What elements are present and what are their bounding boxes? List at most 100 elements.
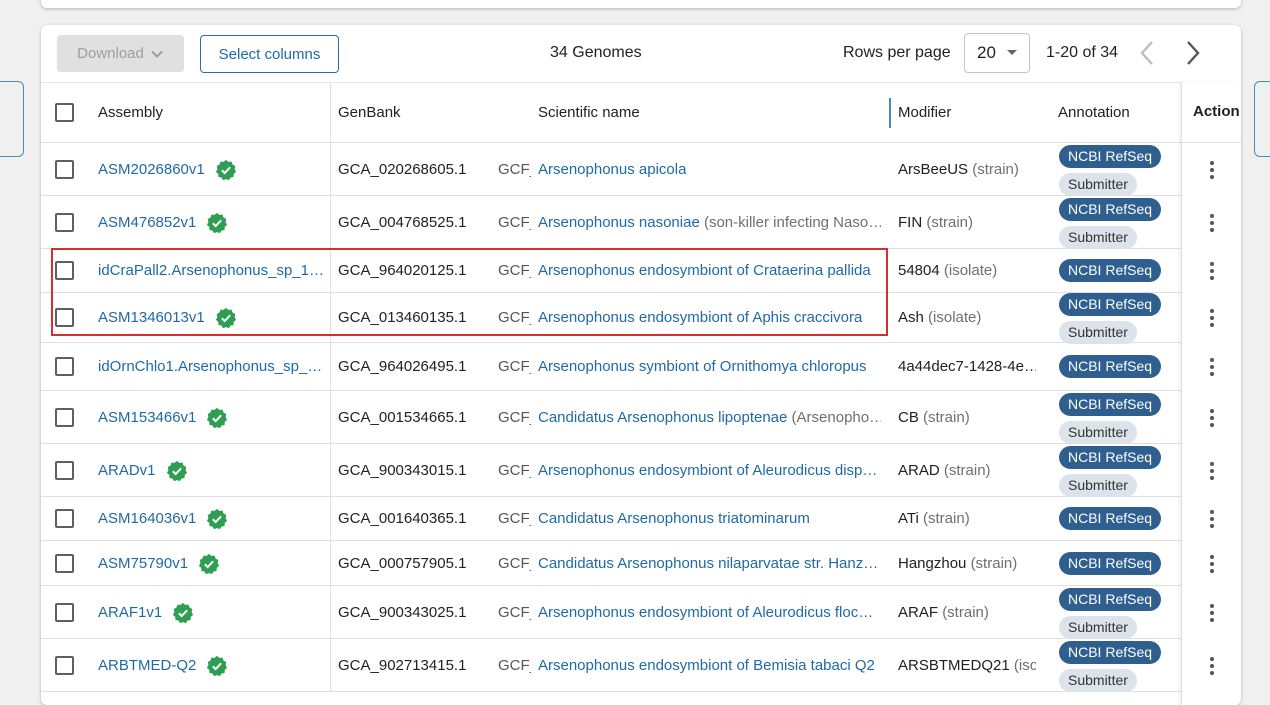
scientific-name-link[interactable]: Candidatus Arsenophonus lipoptenae — [538, 409, 787, 426]
assembly-link[interactable]: ASM1346013v1 — [98, 309, 205, 326]
modifier-type: (strain) — [923, 510, 970, 527]
assembly-link[interactable]: ASM2026860v1 — [98, 161, 205, 178]
assembly-link[interactable]: ARADv1 — [98, 462, 156, 479]
assembly-link[interactable]: ASM164036v1 — [98, 510, 196, 527]
scientific-name-link[interactable]: Arsenophonus nasoniae — [538, 214, 700, 231]
more-vertical-icon[interactable] — [1210, 214, 1216, 235]
assembly-link[interactable]: ASM476852v1 — [98, 214, 196, 231]
row-checkbox[interactable] — [55, 213, 74, 232]
download-button[interactable]: Download — [57, 35, 184, 72]
modifier-value: ARSBTMEDQ21 — [898, 657, 1010, 674]
row-checkbox[interactable] — [55, 509, 74, 528]
more-vertical-icon[interactable] — [1210, 510, 1216, 531]
scientific-name-link[interactable]: Arsenophonus endosymbiont of Crataerina … — [538, 262, 871, 279]
row-checkbox[interactable] — [55, 160, 74, 179]
row-checkbox[interactable] — [55, 461, 74, 480]
more-vertical-icon[interactable] — [1210, 657, 1216, 678]
row-checkbox[interactable] — [55, 408, 74, 427]
scientific-name-link[interactable]: Candidatus Arsenophonus nilaparvatae str… — [538, 555, 878, 572]
submitter-badge[interactable]: Submitter — [1059, 421, 1137, 444]
row-checkbox[interactable] — [55, 357, 74, 376]
rows-per-page-value: 20 — [977, 43, 996, 62]
more-vertical-icon[interactable] — [1210, 309, 1216, 330]
header-assembly[interactable]: Assembly — [98, 104, 163, 121]
genbank-accession: GCA_001534665.1 — [338, 409, 467, 426]
row-checkbox[interactable] — [55, 656, 74, 675]
refseq-badge[interactable]: NCBI RefSeq — [1059, 145, 1162, 168]
rows-per-page-select[interactable]: 20 — [964, 33, 1030, 73]
assembly-link[interactable]: ASM75790v1 — [98, 555, 188, 572]
scientific-name-link[interactable]: Arsenophonus endosymbiont of Aleurodicus… — [538, 604, 873, 621]
more-vertical-icon[interactable] — [1210, 409, 1216, 430]
column-resize-handle[interactable] — [889, 98, 891, 128]
chevron-left-icon[interactable] — [1139, 39, 1155, 67]
row-checkbox[interactable] — [55, 308, 74, 327]
more-vertical-icon[interactable] — [1210, 462, 1216, 483]
modifier-cell: CB (strain) — [898, 409, 970, 426]
modifier-value: 54804 — [898, 262, 940, 279]
scientific-name-link[interactable]: Arsenophonus endosymbiont of Bemisia tab… — [538, 657, 875, 674]
assembly-link[interactable]: ASM153466v1 — [98, 409, 196, 426]
genbank-accession: GCA_964020125.1 — [338, 262, 467, 279]
refseq-badge[interactable]: NCBI RefSeq — [1059, 198, 1162, 221]
header-genbank[interactable]: GenBank — [338, 104, 401, 121]
refseq-badge[interactable]: NCBI RefSeq — [1059, 588, 1162, 611]
column-divider — [330, 444, 331, 497]
assembly-link[interactable]: idCraPall2.Arsenophonus_sp_1… — [98, 262, 322, 279]
assembly-link[interactable]: ARAF1v1 — [98, 604, 162, 621]
select-all-checkbox[interactable] — [55, 103, 74, 122]
refseq-badge[interactable]: NCBI RefSeq — [1059, 446, 1162, 469]
column-divider — [330, 143, 331, 196]
refseq-badge[interactable]: NCBI RefSeq — [1059, 355, 1162, 378]
refseq-badge[interactable]: NCBI RefSeq — [1059, 393, 1162, 416]
scientific-name-extra: (Arsenopho… — [791, 409, 881, 426]
select-columns-button[interactable]: Select columns — [200, 35, 339, 73]
more-vertical-icon[interactable] — [1210, 604, 1216, 625]
more-vertical-icon[interactable] — [1210, 358, 1216, 379]
table-header: Assembly GenBank Scientific name Modifie… — [41, 82, 1241, 143]
assembly-link[interactable]: ARBTMED-Q2 — [98, 657, 196, 674]
chevron-right-icon[interactable] — [1185, 39, 1201, 67]
refseq-badge[interactable]: NCBI RefSeq — [1059, 507, 1162, 530]
submitter-badge[interactable]: Submitter — [1059, 616, 1137, 639]
header-modifier[interactable]: Modifier — [898, 104, 951, 121]
submitter-badge[interactable]: Submitter — [1059, 226, 1137, 249]
verified-check-icon — [198, 553, 220, 575]
table-row: ARADv1 GCA_900343015.1 GCF_ Arsenophonus en… — [41, 444, 1241, 497]
header-scientific-name[interactable]: Scientific name — [538, 104, 640, 121]
more-vertical-icon[interactable] — [1210, 161, 1216, 182]
submitter-badge[interactable]: Submitter — [1059, 321, 1137, 344]
submitter-badge[interactable]: Submitter — [1059, 173, 1137, 196]
scientific-name-cell: Arsenophonus endosymbiont of Crataerina … — [538, 262, 871, 279]
modifier-type: (iso… — [1013, 657, 1036, 674]
column-divider — [330, 639, 331, 692]
genomes-table-card: Download Select columns 34 Genomes Rows … — [41, 25, 1241, 705]
more-vertical-icon[interactable] — [1210, 262, 1216, 283]
scientific-name-link[interactable]: Arsenophonus endosymbiont of Aphis cracc… — [538, 309, 862, 326]
refseq-badge[interactable]: NCBI RefSeq — [1059, 259, 1162, 282]
refseq-badge[interactable]: NCBI RefSeq — [1059, 552, 1162, 575]
refseq-accession: GCF_ — [498, 657, 531, 674]
download-label: Download — [77, 45, 144, 62]
refseq-badge[interactable]: NCBI RefSeq — [1059, 293, 1162, 316]
refseq-badge[interactable]: NCBI RefSeq — [1059, 641, 1162, 664]
assembly-link[interactable]: idOrnChlo1.Arsenophonus_sp_… — [98, 358, 322, 375]
modifier-cell: ARAF (strain) — [898, 604, 989, 621]
left-side-tab[interactable] — [0, 81, 24, 157]
scientific-name-cell: Arsenophonus endosymbiont of Aleurodicus… — [538, 604, 873, 621]
submitter-badge[interactable]: Submitter — [1059, 669, 1137, 692]
scientific-name-link[interactable]: Arsenophonus apicola — [538, 161, 686, 178]
scientific-name-link[interactable]: Arsenophonus symbiont of Ornithomya chlo… — [538, 358, 867, 375]
row-checkbox[interactable] — [55, 554, 74, 573]
column-divider — [330, 586, 331, 639]
scientific-name-link[interactable]: Arsenophonus endosymbiont of Aleurodicus… — [538, 462, 877, 479]
right-side-tab[interactable] — [1254, 81, 1270, 157]
scientific-name-cell: Arsenophonus endosymbiont of Aleurodicus… — [538, 462, 877, 479]
genbank-accession: GCA_013460135.1 — [338, 309, 467, 326]
header-annotation[interactable]: Annotation — [1058, 104, 1130, 121]
row-checkbox[interactable] — [55, 261, 74, 280]
row-checkbox[interactable] — [55, 603, 74, 622]
more-vertical-icon[interactable] — [1210, 555, 1216, 576]
submitter-badge[interactable]: Submitter — [1059, 474, 1137, 497]
scientific-name-link[interactable]: Candidatus Arsenophonus triatominarum — [538, 510, 810, 527]
